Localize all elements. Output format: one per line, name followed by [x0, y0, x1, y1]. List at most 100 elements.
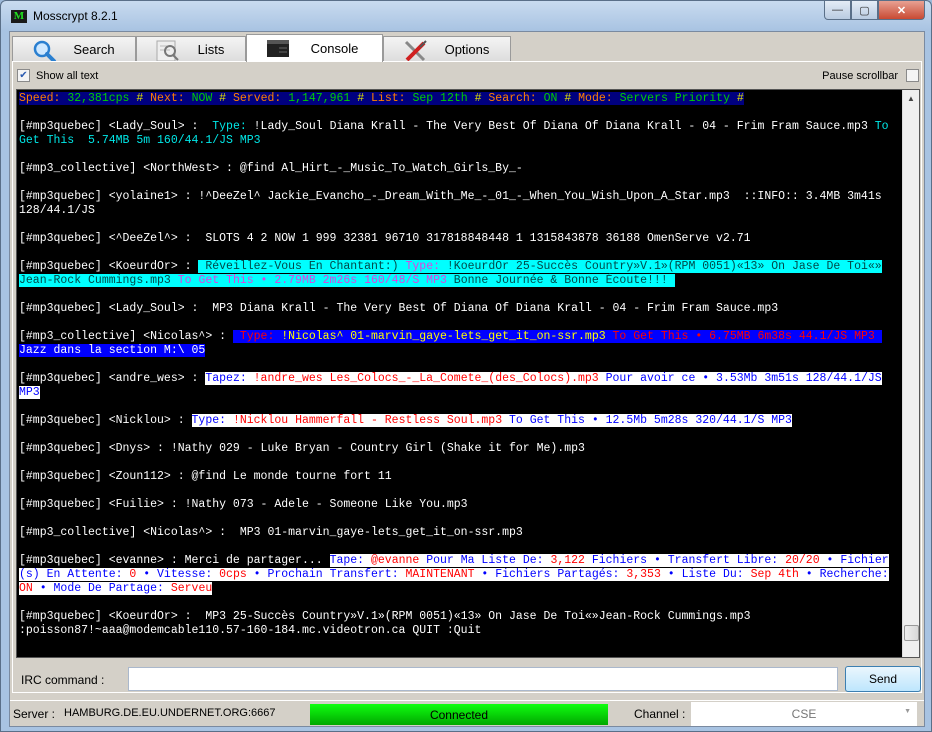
console-row: [#mp3_collective] <Nicolas^> : Type: !Ni… — [19, 330, 903, 344]
console-segment: 32,381cps — [67, 92, 137, 105]
status-bar: Server : HAMBURG.DE.EU.UNDERNET.ORG:6667… — [10, 700, 924, 726]
chevron-down-icon[interactable]: ▼ — [904, 708, 911, 715]
console-segment: # — [357, 92, 372, 105]
console-segment: Search: — [488, 92, 544, 105]
console-segment: # — [564, 92, 579, 105]
console-row: [#mp3quebec] <KoeurdOr> : Réveillez-Vous… — [19, 260, 903, 274]
tab-options[interactable]: Options — [383, 36, 511, 62]
console-segment: 128/44.1/JS — [19, 204, 95, 217]
send-button[interactable]: Send — [845, 666, 921, 692]
console-segment: Réveillez-Vous En Chantant:) — [198, 260, 406, 273]
console-row: [#mp3quebec] <^DeeZel^> : SLOTS 4 2 NOW … — [19, 232, 903, 246]
console-segment: • Fichiers Partagés: — [474, 568, 627, 581]
console-message: [#mp3quebec] <yolaine1> : !^DeeZel^ Jack… — [19, 190, 903, 218]
checkbox-box[interactable] — [906, 69, 919, 82]
console-segment: # — [474, 92, 489, 105]
tab-lists[interactable]: Lists — [136, 36, 246, 62]
console-row: :poisson87!~aaa@modemcable110.57-160-184… — [19, 624, 903, 638]
console-message: [#mp3_collective] <NorthWest> : @find Al… — [19, 162, 903, 176]
console-segment: [#mp3_collective] <Nicolas^> : MP3 01-ma… — [19, 526, 523, 539]
console-segment: # — [219, 92, 233, 105]
console-segment: • Vitesse: — [136, 568, 220, 581]
console-segment: [#mp3quebec] <Nicklou> : — [19, 414, 192, 427]
console-segment: ON — [543, 92, 565, 105]
console-segment: [#mp3_collective] <NorthWest> : @find Al… — [19, 162, 523, 175]
vertical-scrollbar[interactable]: ▲ — [902, 90, 919, 657]
checkmark-icon[interactable]: ✔ — [17, 69, 30, 82]
console-message: [#mp3quebec] <^DeeZel^> : SLOTS 4 2 NOW … — [19, 232, 903, 246]
console-segment: [#mp3quebec] <andre_wes> : — [19, 372, 206, 385]
console-segment: Tapez: — [205, 372, 254, 385]
console-text: Speed: 32,381cps # Next: NOW # Served: 1… — [19, 92, 903, 652]
console-segment: Type: — [405, 260, 447, 273]
console-segment: :poisson87!~aaa@modemcable110.57-160-184… — [19, 624, 482, 637]
scroll-up-arrow-icon[interactable]: ▲ — [907, 94, 915, 103]
console-segment: [#mp3quebec] <Zoun112> : @find Le monde … — [19, 470, 392, 483]
window-title: Mosscrypt 8.2.1 — [33, 9, 118, 23]
show-all-text-checkbox[interactable]: ✔ Show all text — [17, 69, 98, 82]
pause-scrollbar-checkbox[interactable]: Pause scrollbar — [822, 69, 919, 82]
console-segment: Type: — [191, 414, 233, 427]
status-line: Speed: 32,381cps # Next: NOW # Served: 1… — [19, 92, 903, 106]
console-segment: To Get This • 6.75MB 6m38s 44.1/JS MP3 — [612, 330, 882, 343]
console-segment: [#mp3quebec] <Lady_Soul> : MP3 Diana Kra… — [19, 302, 779, 315]
console-row: ON • Mode De Partage: Serveu — [19, 582, 903, 596]
maximize-button[interactable]: ▢ — [851, 1, 878, 20]
console-segment: List: — [371, 92, 413, 105]
console-message: [#mp3quebec] <andre_wes> : Tapez: !andre… — [19, 372, 903, 400]
console-segment: [#mp3_collective] <Nicolas^> : — [19, 330, 233, 343]
console-segment: Bonne Journée & Bonne Écoute!!! — [446, 274, 675, 287]
console-segment: Served: — [232, 92, 289, 105]
scrollbar-thumb[interactable] — [904, 625, 919, 641]
console-message: [#mp3quebec] <Dnys> : !Nathy 029 - Luke … — [19, 442, 903, 456]
channel-select[interactable]: CSE ▼ — [691, 702, 917, 726]
console-segment: 0cps — [219, 568, 247, 581]
console-segment: • Fichier — [819, 554, 889, 567]
console-segment: 3,353 — [626, 568, 661, 581]
irc-command-input[interactable] — [128, 667, 838, 691]
console-segment: Get This 5.74MB 5m 160/44.1/JS MP3 — [19, 134, 261, 147]
console-segment: [#mp3quebec] <KoeurdOr> : MP3 25-Succès … — [19, 610, 751, 623]
console-segment: !Nicolas^ 01-marvin_gaye-lets_get_it_on-… — [281, 330, 613, 343]
client-area: Search Lists Console Options ✔ Show all … — [9, 31, 925, 727]
console-row: [#mp3quebec] <Lady_Soul> : MP3 Diana Kra… — [19, 302, 903, 316]
console-row: [#mp3_collective] <NorthWest> : @find Al… — [19, 162, 903, 176]
tab-label: Options — [444, 42, 490, 57]
channel-value: CSE — [791, 707, 817, 721]
console-row: Speed: 32,381cps # Next: NOW # Served: 1… — [19, 92, 903, 106]
console-segment: Type: — [239, 330, 282, 343]
console-segment: Jazz dans la section M:\ 05 — [19, 344, 206, 357]
console-segment: [#mp3quebec] <evanne> : Merci de partage… — [19, 554, 330, 567]
console-segment: Jean-Rock Cummings.mp3 — [19, 274, 178, 287]
console-segment: MAINTENANT — [405, 568, 475, 581]
console-segment: [#mp3quebec] <KoeurdOr> : — [19, 260, 199, 273]
tab-bar: Search Lists Console Options — [12, 34, 511, 62]
console-segment: 20/20 — [785, 554, 820, 567]
console-message: [#mp3quebec] <Lady_Soul> : MP3 Diana Kra… — [19, 302, 903, 316]
console-segment: [#mp3quebec] <yolaine1> : !^DeeZel^ Jack… — [19, 190, 882, 203]
console-segment: Serveu — [170, 582, 213, 595]
console-segment: Servers Priority — [619, 92, 737, 105]
console-segment: To Get This • 2.79MB 2m26s 160/48/S MP3 — [177, 274, 447, 287]
console-segment: @evanne — [370, 554, 427, 567]
console-row: (s) En Attente: 0 • Vitesse: 0cps • Proc… — [19, 568, 903, 582]
console-segment: Sep 4th — [750, 568, 799, 581]
console-row: [#mp3quebec] <yolaine1> : !^DeeZel^ Jack… — [19, 190, 903, 204]
console-segment: To — [874, 120, 889, 133]
console-row: [#mp3quebec] <Dnys> : !Nathy 029 - Luke … — [19, 442, 903, 456]
minimize-button[interactable]: — — [824, 1, 851, 20]
tab-console[interactable]: Console — [246, 34, 383, 62]
console-message: [#mp3quebec] <Fuilie> : !Nathy 073 - Ade… — [19, 498, 903, 512]
pause-scrollbar-label: Pause scrollbar — [822, 69, 898, 82]
console-segment: # — [136, 92, 151, 105]
close-button[interactable]: ✕ — [878, 1, 925, 20]
tab-search[interactable]: Search — [12, 36, 136, 62]
app-window: M Mosscrypt 8.2.1 — ▢ ✕ Search Lists Con… — [0, 0, 932, 732]
console-row: 128/44.1/JS — [19, 204, 903, 218]
console-row: Jean-Rock Cummings.mp3 To Get This • 2.7… — [19, 274, 903, 288]
console-row: [#mp3quebec] <evanne> : Merci de partage… — [19, 554, 903, 568]
console-row: [#mp3quebec] <Fuilie> : !Nathy 073 - Ade… — [19, 498, 903, 512]
tab-label: Lists — [197, 42, 225, 57]
server-label: Server : — [13, 707, 56, 721]
console-segment: [#mp3quebec] <Fuilie> : !Nathy 073 - Ade… — [19, 498, 468, 511]
